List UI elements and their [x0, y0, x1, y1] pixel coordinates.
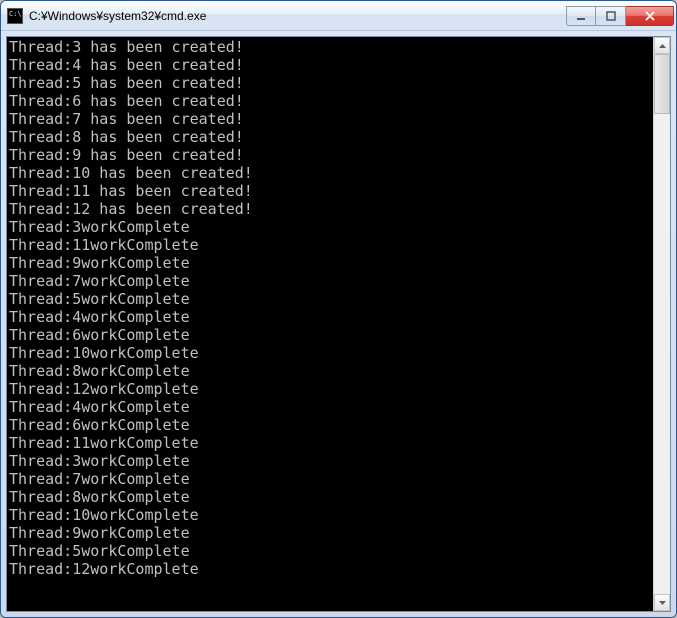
close-icon	[644, 11, 656, 21]
console-area: Thread:3 has been created! Thread:4 has …	[6, 36, 671, 612]
scroll-up-button[interactable]	[654, 37, 670, 54]
cmd-icon	[7, 8, 23, 24]
console-output[interactable]: Thread:3 has been created! Thread:4 has …	[7, 37, 653, 611]
chevron-up-icon	[659, 44, 666, 48]
minimize-button[interactable]	[566, 6, 596, 26]
titlebar[interactable]: C:¥Windows¥system32¥cmd.exe	[1, 1, 676, 31]
scroll-down-button[interactable]	[654, 594, 670, 611]
client-frame: Thread:3 has been created! Thread:4 has …	[1, 31, 676, 617]
maximize-button[interactable]	[596, 6, 626, 26]
window-title: C:¥Windows¥system32¥cmd.exe	[29, 9, 566, 23]
scroll-track[interactable]	[654, 54, 670, 594]
chevron-down-icon	[659, 601, 666, 605]
minimize-icon	[576, 11, 586, 21]
vertical-scrollbar[interactable]	[653, 37, 670, 611]
scroll-thumb[interactable]	[654, 54, 670, 114]
window-controls	[566, 6, 674, 26]
cmd-window: C:¥Windows¥system32¥cmd.exe Thread:3 has…	[0, 0, 677, 618]
close-button[interactable]	[626, 6, 674, 26]
maximize-icon	[606, 11, 616, 21]
